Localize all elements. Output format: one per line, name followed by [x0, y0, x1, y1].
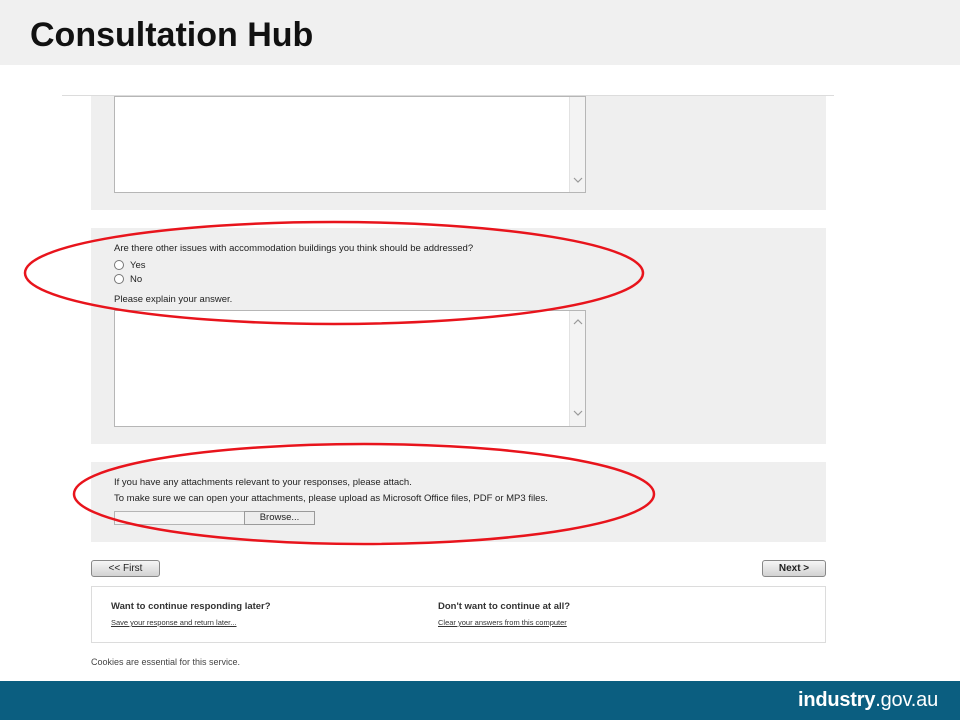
accommodation-question-text: Are there other issues with accommodatio… — [114, 243, 474, 254]
first-page-button[interactable]: << First — [91, 560, 160, 577]
radio-label-no: No — [130, 273, 143, 285]
previous-answer-textarea[interactable] — [114, 96, 586, 193]
industry-gov-logo: industry.gov.au — [798, 689, 938, 712]
next-page-button[interactable]: Next > — [762, 560, 826, 577]
clear-answers-link[interactable]: Clear your answers from this computer — [438, 618, 567, 627]
radio-button[interactable] — [114, 260, 124, 270]
chevron-up-icon[interactable] — [573, 317, 583, 327]
footer-bar: industry.gov.au — [0, 681, 960, 720]
brand-bold: industry — [797, 689, 876, 711]
slide-title: Consultation Hub — [30, 16, 314, 54]
radio-option-yes[interactable]: Yes — [114, 259, 146, 271]
slide-header: Consultation Hub — [0, 0, 960, 65]
explain-answer-textarea[interactable] — [114, 310, 586, 427]
stop-responding-heading: Don't want to continue at all? — [438, 601, 571, 612]
continue-later-box: Want to continue responding later? Save … — [91, 586, 826, 643]
chevron-down-icon[interactable] — [573, 175, 583, 185]
textarea-scrollbar[interactable] — [569, 97, 585, 192]
browse-button[interactable]: Browse... — [244, 511, 315, 525]
radio-label-yes: Yes — [130, 259, 146, 271]
cookies-notice: Cookies are essential for this service. — [91, 657, 241, 667]
radio-option-no[interactable]: No — [114, 273, 142, 285]
continue-later-heading: Want to continue responding later? — [111, 601, 271, 612]
explain-answer-label: Please explain your answer. — [114, 294, 233, 305]
textarea-scrollbar[interactable] — [569, 311, 585, 426]
radio-button[interactable] — [114, 274, 124, 284]
attachments-instructions: To make sure we can open your attachment… — [114, 493, 548, 504]
file-path-field[interactable] — [114, 511, 245, 525]
attachments-heading: If you have any attachments relevant to … — [114, 477, 412, 488]
brand-rest: .gov.au — [875, 689, 938, 711]
chevron-down-icon[interactable] — [573, 408, 583, 418]
save-response-link[interactable]: Save your response and return later... — [111, 618, 237, 627]
